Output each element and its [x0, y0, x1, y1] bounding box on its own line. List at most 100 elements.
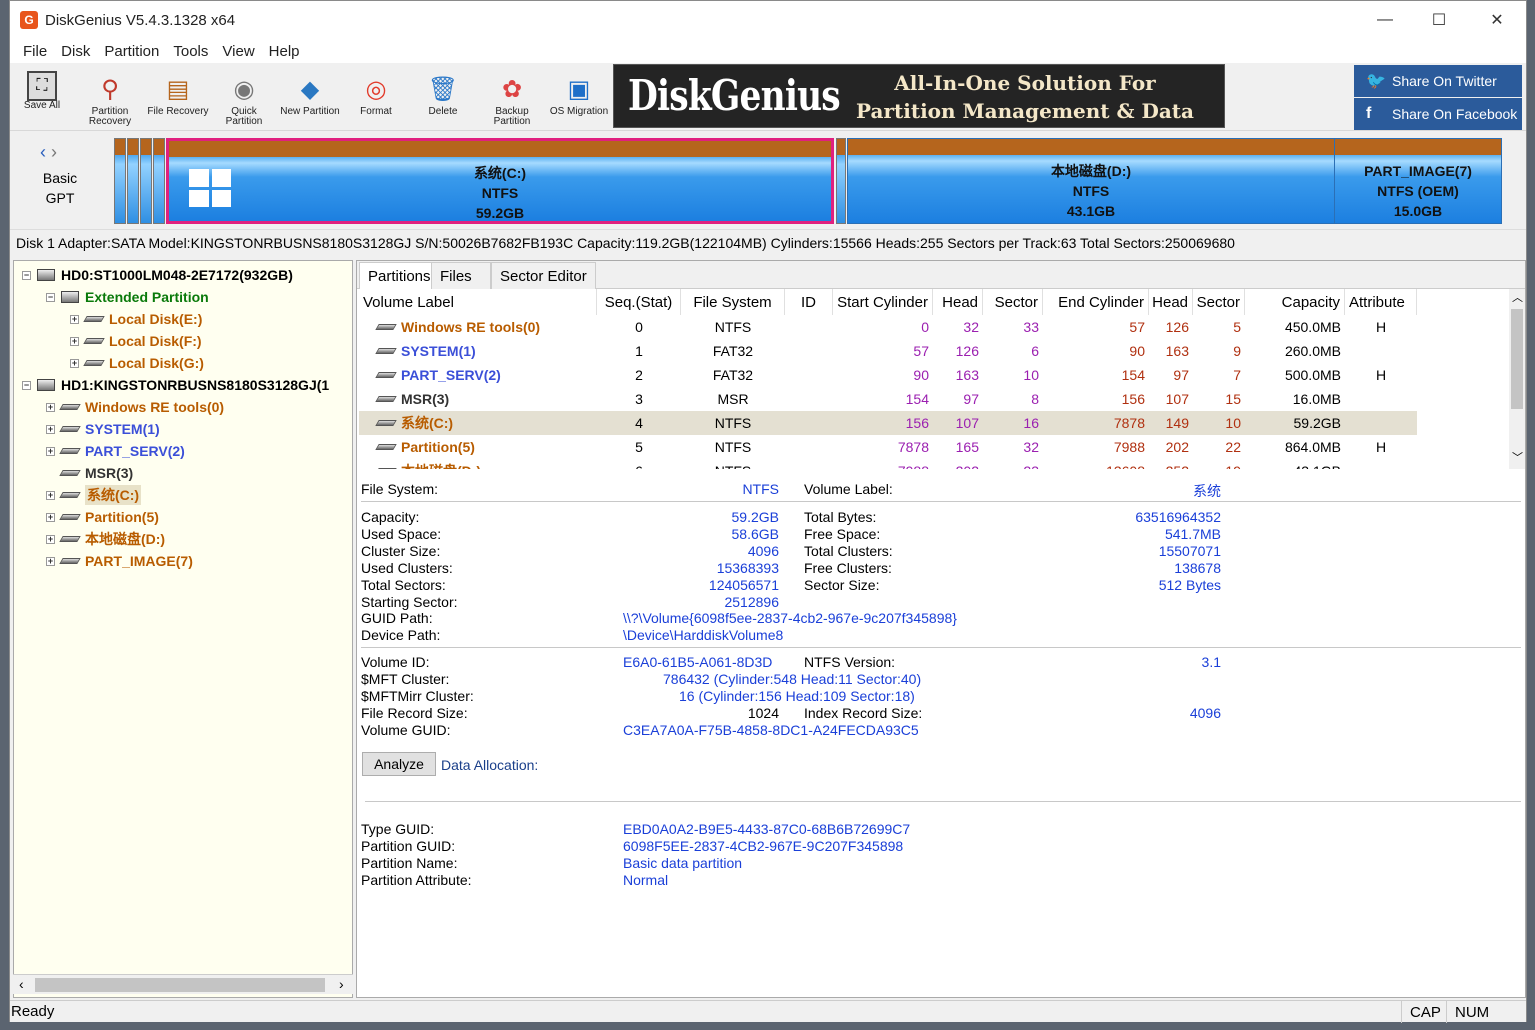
column-header[interactable]: Sector: [1193, 289, 1245, 315]
expand-icon[interactable]: +: [70, 314, 79, 324]
scroll-thumb[interactable]: [1511, 309, 1523, 409]
minimize-button[interactable]: —: [1356, 1, 1414, 39]
column-header[interactable]: Sector: [983, 289, 1043, 315]
column-header[interactable]: Head: [1149, 289, 1193, 315]
menu-help[interactable]: Help: [262, 43, 307, 60]
save-all-button[interactable]: ⛶ Save All: [10, 67, 74, 127]
volume-guid-label: Volume GUID:: [361, 722, 451, 738]
tree-node-extended[interactable]: − Extended Partition: [46, 286, 209, 308]
tree-node-winre[interactable]: + Windows RE tools(0): [46, 396, 224, 418]
expand-icon[interactable]: +: [46, 402, 55, 412]
expand-icon[interactable]: +: [46, 490, 55, 500]
share-facebook-button[interactable]: f Share On Facebook: [1354, 98, 1522, 130]
table-row[interactable]: PART_SERV(2) 2 FAT32 90 163 10 154 97 7 500.0MB H: [359, 363, 1417, 387]
chevron-left-icon[interactable]: ‹: [40, 142, 46, 162]
table-row[interactable]: Partition(5) 5 NTFS 7878 165 32 7988 202 22 864.0…: [359, 435, 1417, 459]
quick-partition-button[interactable]: ◉ Quick Partition: [212, 67, 276, 127]
scroll-right-icon[interactable]: ›: [339, 976, 344, 992]
table-row[interactable]: MSR(3) 3 MSR 154 97 8 156 107 15 16.0MB: [359, 387, 1417, 411]
table-cell: 107: [1165, 391, 1189, 407]
collapse-icon[interactable]: −: [46, 292, 55, 302]
expand-icon[interactable]: +: [46, 556, 55, 566]
column-header[interactable]: ID: [785, 289, 833, 315]
table-cell: 23: [983, 459, 1043, 469]
tree-horizontal-scrollbar[interactable]: ‹ ›: [13, 974, 353, 994]
menu-disk[interactable]: Disk: [54, 43, 97, 60]
scroll-up-icon[interactable]: ︿: [1512, 289, 1523, 305]
partition-block-c[interactable]: 系统(C:) NTFS 59.2GB: [166, 138, 834, 224]
expand-icon[interactable]: +: [70, 358, 79, 368]
magnifier-icon: ⚲: [101, 75, 119, 103]
partition-block-small[interactable]: [127, 138, 139, 224]
column-header[interactable]: Start Cylinder: [833, 289, 933, 315]
tab-partitions[interactable]: Partitions: [359, 262, 440, 290]
partition-block-d[interactable]: 本地磁盘(D:) NTFS 43.1GB: [847, 138, 1335, 224]
disk-nav-arrows[interactable]: ‹ ›: [40, 142, 57, 163]
expand-icon[interactable]: +: [70, 336, 79, 346]
partition-block-small[interactable]: [836, 138, 846, 224]
expand-icon[interactable]: +: [46, 446, 55, 456]
column-header[interactable]: Capacity: [1245, 289, 1345, 315]
collapse-icon[interactable]: −: [22, 380, 31, 390]
scroll-thumb[interactable]: [35, 978, 325, 992]
os-migration-button[interactable]: ▣ OS Migration: [547, 67, 611, 127]
scroll-down-icon[interactable]: ﹀: [1512, 449, 1523, 465]
diskgenius-banner[interactable]: DiskGenius All-In-One Solution For Parti…: [613, 64, 1225, 128]
partition-block-small[interactable]: [140, 138, 152, 224]
tree-node-local-e[interactable]: + Local Disk(E:): [70, 308, 202, 330]
share-twitter-button[interactable]: 🐦 Share On Twitter: [1354, 65, 1522, 97]
tree-node-partition5[interactable]: + Partition(5): [46, 506, 159, 528]
table-row[interactable]: 本地磁盘(D:)6NTFS 798820223136082521943.1GB: [359, 459, 1417, 469]
table-row[interactable]: 系统(C:) 4 NTFS 156 107 16 7878 149 10 59.2GB: [359, 411, 1417, 435]
partition-recovery-button[interactable]: ⚲ Partition Recovery: [78, 67, 142, 127]
tree-node-system[interactable]: + SYSTEM(1): [46, 418, 160, 440]
scroll-left-icon[interactable]: ‹: [19, 976, 24, 992]
column-header[interactable]: Seq.(Stat): [597, 289, 681, 315]
backup-partition-button[interactable]: ✿ Backup Partition: [480, 67, 544, 127]
table-row[interactable]: Windows RE tools(0) 0 NTFS 0 32 33 57 126 5 450.0…: [359, 315, 1417, 339]
disk-type: Basic GPT: [42, 170, 78, 206]
column-header[interactable]: Head: [933, 289, 983, 315]
expand-icon[interactable]: +: [46, 424, 55, 434]
tab-sector-editor[interactable]: Sector Editor: [491, 262, 596, 289]
maximize-button[interactable]: ☐: [1410, 1, 1468, 39]
tree-node-hd0[interactable]: − HD0:ST1000LM048-2E7172(932GB): [22, 264, 293, 286]
data-allocation-label: Data Allocation:: [441, 757, 539, 773]
tree-node-hd1[interactable]: − HD1:KINGSTONRBUSNS8180S3128GJ(1: [22, 374, 329, 396]
tree-node-part-image[interactable]: + PART_IMAGE(7): [46, 550, 193, 572]
expand-icon[interactable]: +: [46, 512, 55, 522]
format-button[interactable]: ◎ Format: [344, 67, 408, 127]
column-header[interactable]: Volume Label: [359, 289, 597, 315]
expand-icon[interactable]: +: [46, 534, 55, 544]
tree-node-part-serv[interactable]: + PART_SERV(2): [46, 440, 185, 462]
collapse-icon[interactable]: −: [22, 270, 31, 280]
tree-node-local-d[interactable]: + 本地磁盘(D:): [46, 528, 165, 550]
menu-file[interactable]: File: [16, 43, 54, 60]
partition-icon: [375, 324, 397, 330]
table-row[interactable]: SYSTEM(1) 1 FAT32 57 126 6 90 163 9 260.0MB: [359, 339, 1417, 363]
tree-node-local-f[interactable]: + Local Disk(F:): [70, 330, 202, 352]
table-vertical-scrollbar[interactable]: ︿ ﹀: [1509, 289, 1525, 469]
partition-block-small[interactable]: [114, 138, 126, 224]
chevron-right-icon[interactable]: ›: [51, 142, 57, 162]
column-header[interactable]: File System: [681, 289, 785, 315]
partition-block-small[interactable]: [153, 138, 165, 224]
menu-tools[interactable]: Tools: [166, 43, 215, 60]
close-button[interactable]: ✕: [1468, 1, 1526, 39]
menu-view[interactable]: View: [215, 43, 261, 60]
partition-block-image[interactable]: PART_IMAGE(7) NTFS (OEM) 15.0GB: [1334, 138, 1502, 224]
delete-button[interactable]: 🗑 Delete: [411, 67, 475, 127]
column-header[interactable]: End Cylinder: [1043, 289, 1149, 315]
tab-files[interactable]: Files: [431, 262, 491, 289]
stat-label: Used Space:: [361, 526, 442, 542]
menu-partition[interactable]: Partition: [97, 43, 166, 60]
table-cell: 16.0MB: [1292, 391, 1341, 407]
file-recovery-button[interactable]: ▤ File Recovery: [146, 67, 210, 127]
tree-node-system-c[interactable]: + 系统(C:): [46, 484, 142, 506]
tree-node-local-g[interactable]: + Local Disk(G:): [70, 352, 204, 374]
analyze-button[interactable]: Analyze: [362, 752, 436, 776]
new-partition-button[interactable]: ◆ New Partition: [278, 67, 342, 127]
table-cell: 本地磁盘(D:): [359, 459, 597, 469]
tree-node-msr[interactable]: MSR(3): [59, 462, 133, 484]
column-header[interactable]: Attribute: [1345, 289, 1417, 315]
